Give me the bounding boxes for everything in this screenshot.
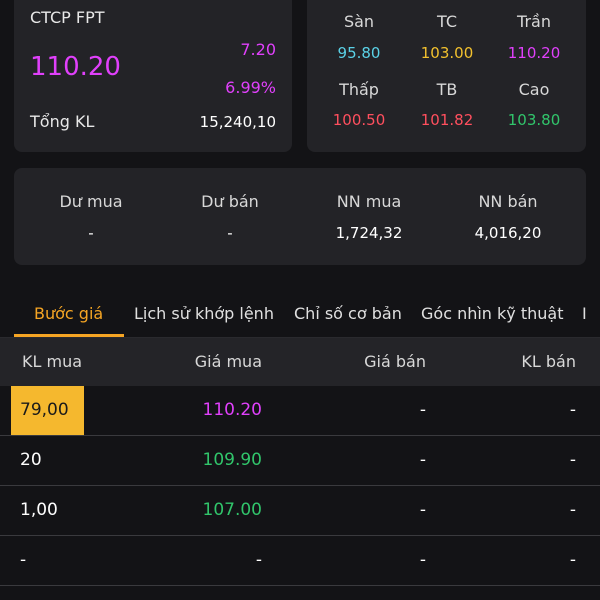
foreign-buy-value: 1,724,32 xyxy=(335,224,403,242)
row-price-buy: 110.20 xyxy=(202,400,262,420)
header-kl-buy: KL mua xyxy=(22,352,83,371)
header-kl-sell: KL bán xyxy=(521,352,576,371)
foreign-sell-label: NN bán xyxy=(478,192,538,211)
floor-value: 95.80 xyxy=(337,44,381,62)
row-price-sell: - xyxy=(419,550,426,570)
reference-value: 103.00 xyxy=(420,44,474,62)
low-value: 100.50 xyxy=(332,111,386,129)
tab-technical-view[interactable]: Góc nhìn kỹ thuật xyxy=(421,304,563,323)
foreign-buy-label: NN mua xyxy=(336,192,402,211)
buy-surplus-label: Dư mua xyxy=(59,192,123,211)
row-price-buy: 107.00 xyxy=(202,500,262,520)
price-change-percent: 6.99% xyxy=(225,78,276,97)
average-label: TB xyxy=(436,80,458,99)
row-kl-sell: - xyxy=(569,450,576,470)
company-name: CTCP FPT xyxy=(30,8,105,27)
row-kl-buy: 20 xyxy=(20,450,42,470)
table-row[interactable]: - - - - xyxy=(0,536,600,586)
total-volume-value: 15,240,10 xyxy=(199,113,276,131)
price-card: CTCP FPT 110.20 7.20 6.99% Tổng KL 15,24… xyxy=(14,0,292,152)
tab-fundamentals[interactable]: Chỉ số cơ bản xyxy=(294,304,402,323)
sell-surplus-label: Dư bán xyxy=(201,192,259,211)
row-price-sell: - xyxy=(419,500,426,520)
price-change: 7.20 xyxy=(240,40,276,59)
table-row[interactable]: 79,00 110.20 - - xyxy=(0,386,600,436)
row-price-buy: - xyxy=(255,550,262,570)
row-price-buy: 109.90 xyxy=(202,450,262,470)
tab-price-steps[interactable]: Bước giá xyxy=(34,304,103,323)
high-label: Cao xyxy=(518,80,550,99)
tab-match-history[interactable]: Lịch sử khớp lệnh xyxy=(134,304,274,323)
table-row[interactable]: 1,00 107.00 - - xyxy=(0,486,600,536)
sell-surplus-value: - xyxy=(227,224,233,242)
total-volume-label: Tổng KL xyxy=(30,112,95,131)
current-price: 110.20 xyxy=(30,52,121,82)
reference-label: TC xyxy=(436,12,458,31)
row-kl-buy: 79,00 xyxy=(20,400,69,420)
foreign-sell-value: 4,016,20 xyxy=(474,224,542,242)
ceiling-label: Trần xyxy=(517,12,551,31)
table-row[interactable]: 20 109.90 - - xyxy=(0,436,600,486)
order-flow-card: Dư mua - Dư bán - NN mua 1,724,32 NN bán… xyxy=(14,168,586,265)
buy-surplus-value: - xyxy=(88,224,94,242)
average-value: 101.82 xyxy=(420,111,474,129)
low-label: Thấp xyxy=(339,80,379,99)
header-price-sell: Giá bán xyxy=(364,352,426,371)
high-value: 103.80 xyxy=(507,111,561,129)
row-kl-sell: - xyxy=(569,550,576,570)
price-stats-card: Sàn 95.80 TC 103.00 Trần 110.20 Thấp 100… xyxy=(307,0,586,152)
tab-more[interactable]: I xyxy=(582,304,587,323)
row-price-sell: - xyxy=(419,450,426,470)
floor-label: Sàn xyxy=(343,12,375,31)
ceiling-value: 110.20 xyxy=(507,44,561,62)
row-kl-sell: - xyxy=(569,500,576,520)
row-kl-sell: - xyxy=(569,400,576,420)
row-price-sell: - xyxy=(419,400,426,420)
row-kl-buy: - xyxy=(20,550,27,570)
header-price-buy: Giá mua xyxy=(194,352,262,371)
row-kl-buy: 1,00 xyxy=(20,500,58,520)
order-book-header: KL mua Giá mua Giá bán KL bán xyxy=(0,338,600,386)
